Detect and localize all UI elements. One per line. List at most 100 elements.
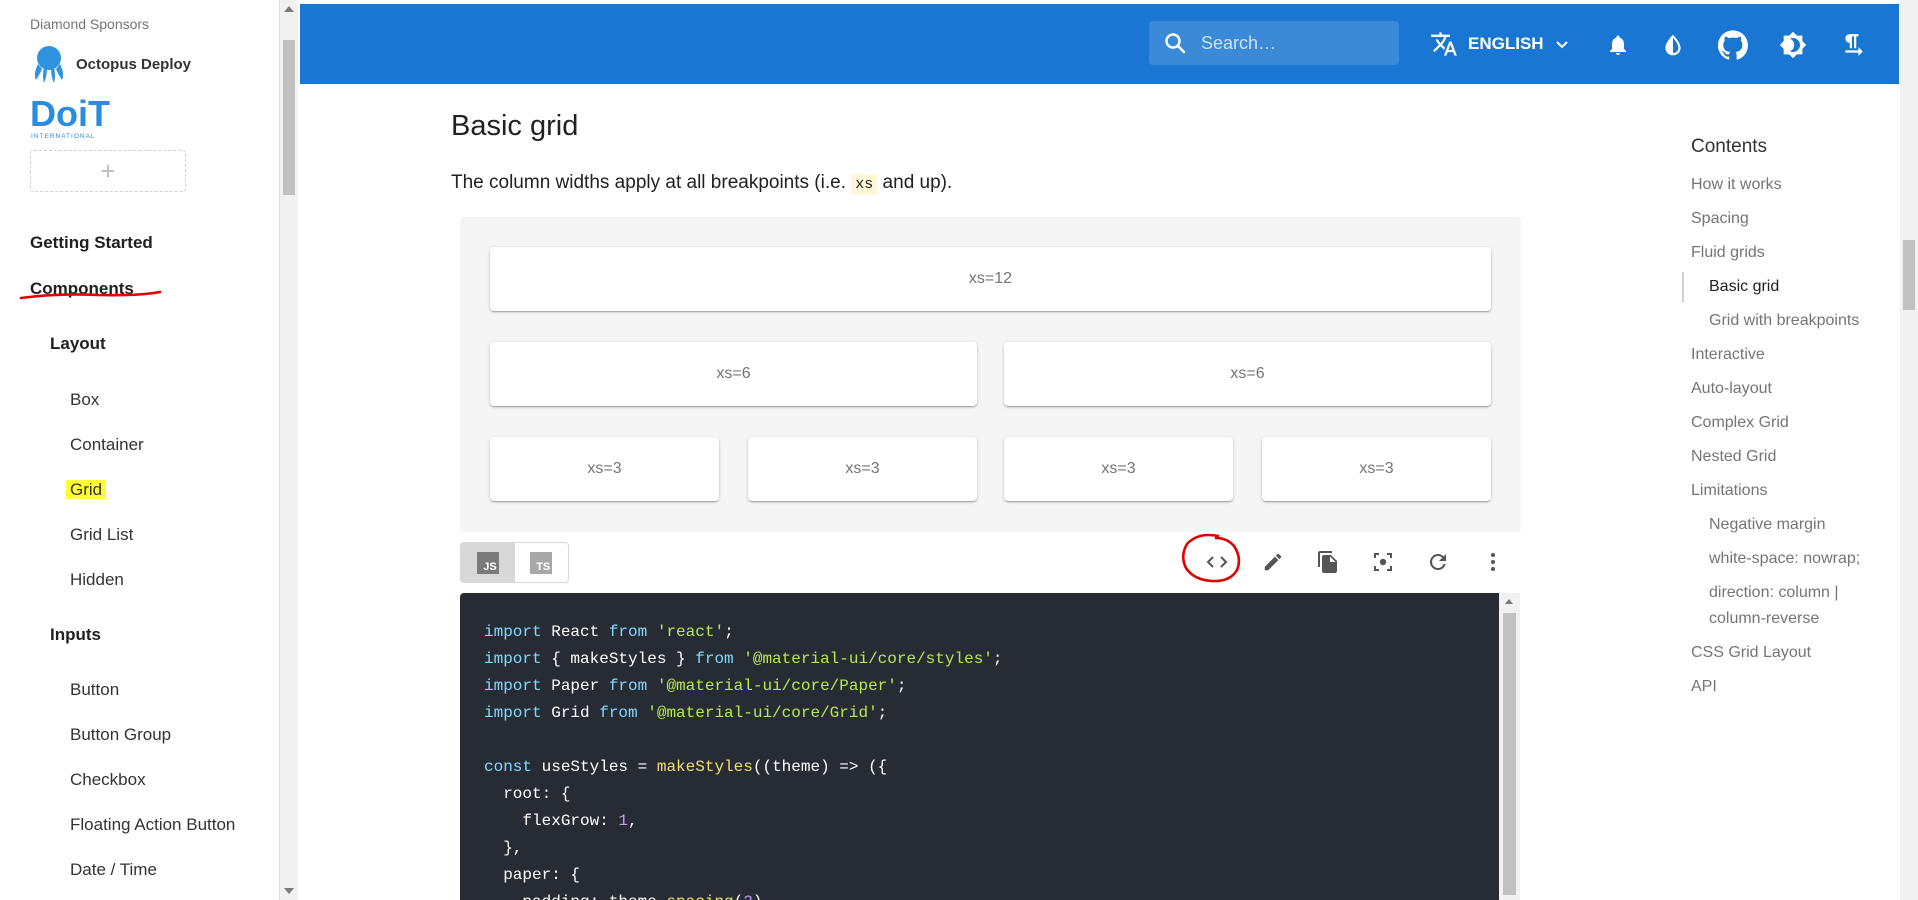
description-text-1: The column widths apply at all breakpoin… — [451, 172, 852, 193]
code-token: makeStyles — [656, 758, 753, 776]
doit-logo-icon: DoiT INTERNATIONAL — [30, 93, 110, 140]
toc-item[interactable]: Auto-layout — [1691, 378, 1772, 400]
nav-getting-started[interactable]: Getting Started — [30, 233, 153, 253]
toc-active-indicator — [1682, 272, 1684, 302]
nav-fab[interactable]: Floating Action Button — [70, 815, 235, 835]
code-line: import Grid from '@material-ui/core/Grid… — [484, 700, 1475, 727]
nav-grid-list[interactable]: Grid List — [70, 525, 133, 545]
code-token: flexGrow: — [484, 812, 619, 830]
code-line: padding: theme.spacing(2), — [484, 889, 1475, 900]
code-token: ), — [753, 893, 772, 900]
description-text-2: and up). — [877, 172, 953, 193]
code-token: ; — [992, 650, 1003, 668]
toggle-ts-button[interactable]: TS — [515, 543, 569, 582]
code-line: flexGrow: 1, — [484, 808, 1475, 835]
toc-item[interactable]: Basic grid — [1709, 276, 1779, 298]
doit-logo-sub: INTERNATIONAL — [31, 133, 96, 140]
code-token: '@material-ui/core/styles' — [743, 650, 993, 668]
code-token: import — [484, 677, 542, 695]
toc-item[interactable]: Nested Grid — [1691, 446, 1776, 468]
search-box[interactable]: Search… — [1149, 21, 1399, 65]
ts-badge-icon: TS — [530, 551, 553, 574]
code-token: 'react' — [656, 623, 725, 641]
toc-item[interactable]: Fluid grids — [1691, 242, 1765, 264]
nav-checkbox[interactable]: Checkbox — [70, 770, 146, 790]
scroll-up-arrow-icon[interactable] — [284, 6, 294, 12]
code-token: from — [608, 623, 648, 641]
code-line: root: { — [484, 781, 1475, 808]
notifications-icon[interactable] — [1603, 30, 1633, 60]
page-scrollbar[interactable] — [1900, 0, 1918, 900]
toc-item[interactable]: Limitations — [1691, 480, 1767, 502]
nav-layout[interactable]: Layout — [50, 334, 106, 354]
edit-button[interactable] — [1256, 545, 1290, 579]
grid-paper-xs3: xs=3 — [490, 437, 719, 501]
code-token: from — [608, 677, 648, 695]
code-token: ( — [734, 893, 744, 900]
code-token: ; — [896, 677, 907, 695]
sidebar-scrollbar[interactable] — [280, 0, 298, 900]
toc-item[interactable]: Interactive — [1691, 344, 1765, 366]
nav-container[interactable]: Container — [70, 435, 144, 455]
code-token: const — [484, 758, 533, 776]
nav-grid-label: Grid — [66, 480, 107, 499]
add-sponsor-button[interactable]: + — [30, 150, 186, 192]
sponsor-doit[interactable]: DoiT INTERNATIONAL — [30, 93, 120, 140]
nav-inputs[interactable]: Inputs — [50, 625, 101, 645]
code-scrollbar[interactable] — [1499, 593, 1520, 900]
code-scroll-up-icon[interactable] — [1505, 599, 1513, 604]
doit-logo-text: DoiT — [30, 94, 110, 134]
scroll-down-arrow-icon[interactable] — [284, 888, 294, 894]
nav-button[interactable]: Button — [70, 680, 119, 700]
toc-item[interactable]: API — [1691, 676, 1717, 698]
nav-button-group[interactable]: Button Group — [70, 725, 171, 745]
sponsor-octopus-deploy[interactable]: Octopus Deploy — [30, 44, 191, 84]
page-scroll-thumb[interactable] — [1903, 240, 1915, 310]
toc-item[interactable]: How it works — [1691, 174, 1782, 196]
octopus-logo-icon — [34, 46, 64, 83]
invert-colors-icon[interactable] — [1658, 30, 1688, 60]
code-block[interactable]: import React from 'react'; import { makeS… — [460, 593, 1499, 900]
toc-item[interactable]: Complex Grid — [1691, 412, 1789, 434]
toc-item[interactable]: direction: column | — [1709, 582, 1839, 604]
code-token: import — [484, 650, 542, 668]
reset-button[interactable] — [1421, 545, 1455, 579]
code-token: import — [484, 704, 542, 722]
screenshot-icon — [1374, 553, 1392, 571]
copy-icon — [1318, 551, 1337, 573]
language-selector[interactable]: ENGLISH — [1430, 30, 1570, 58]
toc-item[interactable]: Spacing — [1691, 208, 1749, 230]
nav-hidden[interactable]: Hidden — [70, 570, 124, 590]
settings-brightness-icon[interactable] — [1778, 30, 1808, 60]
toc-item[interactable]: Negative margin — [1709, 514, 1826, 536]
grid-paper-xs3: xs=3 — [1004, 437, 1233, 501]
more-button[interactable] — [1476, 545, 1510, 579]
text-direction-icon[interactable] — [1838, 30, 1868, 60]
code-line: const useStyles = makeStyles((theme) => … — [484, 754, 1475, 781]
code-line: import { makeStyles } from '@material-ui… — [484, 646, 1475, 673]
nav-box[interactable]: Box — [70, 390, 99, 410]
toggle-js-button[interactable]: JS — [461, 543, 515, 582]
github-icon[interactable] — [1718, 30, 1748, 60]
code-token: root: { — [484, 785, 571, 803]
sidebar-scroll-thumb[interactable] — [283, 40, 295, 195]
toc-item[interactable]: column-reverse — [1709, 608, 1819, 630]
nav-date-time[interactable]: Date / Time — [70, 860, 157, 880]
screenshot-button[interactable] — [1366, 545, 1400, 579]
code-token: , — [628, 812, 638, 830]
app-bar: Search… ENGLISH — [300, 4, 1899, 84]
nav-grid[interactable]: Grid — [66, 480, 107, 500]
sponsor-octopus-name: Octopus Deploy — [76, 55, 192, 73]
code-token: padding: theme. — [484, 893, 666, 900]
sponsors-title: Diamond Sponsors — [30, 16, 150, 32]
toc-item[interactable]: white-space: nowrap; — [1709, 548, 1860, 570]
code-token: React — [541, 623, 609, 641]
copy-button[interactable] — [1311, 545, 1345, 579]
toc-item[interactable]: CSS Grid Layout — [1691, 642, 1811, 664]
toc-item[interactable]: Grid with breakpoints — [1709, 310, 1859, 332]
code-scroll-thumb[interactable] — [1503, 613, 1516, 895]
